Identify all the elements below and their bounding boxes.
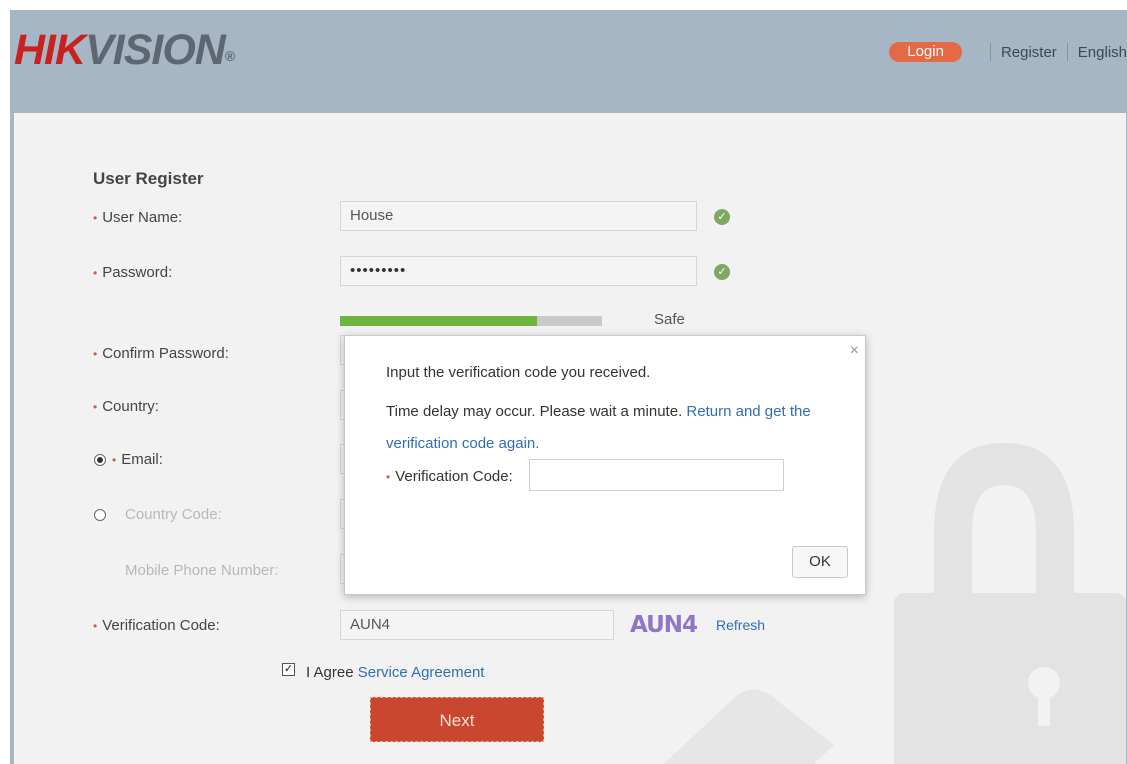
country-code-label: Country Code:: [125, 506, 222, 523]
required-mark: •: [93, 619, 98, 633]
required-mark: •: [93, 266, 98, 280]
password-value: •••••••••: [350, 262, 407, 279]
nav-divider: [989, 43, 991, 61]
ok-button[interactable]: OK: [792, 546, 848, 578]
logo-gray-part: VISION: [85, 26, 226, 74]
confirm-password-label-text: Confirm Password:: [102, 345, 229, 362]
logo-red-part: HIK: [14, 26, 86, 74]
username-value: House: [350, 207, 394, 224]
nav-divider: [1066, 43, 1068, 61]
username-valid-icon: ✓: [714, 209, 730, 225]
agree-row: I Agree Service Agreement: [306, 664, 484, 681]
dialog-verification-input[interactable]: [529, 459, 784, 491]
verification-code-label-text: Verification Code:: [102, 617, 220, 634]
captcha-text: AUN4: [630, 612, 698, 638]
required-mark: •: [93, 211, 98, 225]
email-label-text: Email:: [121, 451, 163, 468]
username-label: • User Name:: [93, 209, 182, 226]
top-nav: Login Register English: [889, 42, 1127, 62]
password-strength-bar: [340, 316, 602, 326]
dialog-code-label: • Verification Code:: [386, 468, 513, 485]
register-link[interactable]: Register: [1001, 44, 1057, 61]
country-label-text: Country:: [102, 398, 159, 415]
password-label: • Password:: [93, 264, 172, 281]
email-radio[interactable]: [94, 454, 106, 466]
required-mark: •: [93, 400, 98, 414]
required-mark: •: [112, 453, 117, 467]
language-link[interactable]: English: [1078, 44, 1127, 61]
verification-code-label: • Verification Code:: [93, 617, 220, 634]
login-button[interactable]: Login: [889, 42, 962, 62]
required-mark: •: [386, 470, 391, 484]
verification-code-value: AUN4: [350, 616, 391, 633]
password-strength-fill: [340, 316, 537, 326]
captcha-image: AUN4: [630, 612, 698, 644]
close-icon[interactable]: ×: [850, 342, 859, 360]
country-code-radio[interactable]: [94, 509, 106, 521]
verification-code-field[interactable]: AUN4: [340, 610, 614, 640]
username-label-text: User Name:: [102, 209, 183, 226]
password-valid-icon: ✓: [714, 264, 730, 280]
dialog-delay-note: Time delay may occur. Please wait a minu…: [386, 396, 836, 460]
email-label: • Email:: [112, 451, 163, 468]
agree-checkbox[interactable]: ✓: [282, 663, 295, 676]
username-field[interactable]: House: [340, 201, 697, 231]
password-strength-label: Safe: [654, 311, 685, 328]
agree-text: I Agree: [306, 664, 354, 681]
dialog-instruction: Input the verification code you received…: [386, 364, 651, 381]
password-label-text: Password:: [102, 264, 173, 281]
refresh-captcha-link[interactable]: Refresh: [716, 617, 765, 633]
mobile-phone-label: Mobile Phone Number:: [125, 562, 279, 579]
form-title: User Register: [93, 169, 204, 188]
logo-registered-mark: ®: [224, 48, 235, 64]
next-button[interactable]: Next: [370, 697, 544, 742]
password-field[interactable]: •••••••••: [340, 256, 697, 286]
hikvision-logo[interactable]: HIKVISION®: [14, 25, 235, 75]
confirm-password-label: • Confirm Password:: [93, 345, 229, 362]
country-label: • Country:: [93, 398, 159, 415]
dialog-delay-text: Time delay may occur. Please wait a minu…: [386, 403, 683, 420]
required-mark: •: [93, 347, 98, 361]
verification-dialog: × Input the verification code you receiv…: [344, 335, 866, 595]
dialog-code-label-text: Verification Code:: [395, 468, 513, 485]
service-agreement-link[interactable]: Service Agreement: [358, 664, 485, 681]
